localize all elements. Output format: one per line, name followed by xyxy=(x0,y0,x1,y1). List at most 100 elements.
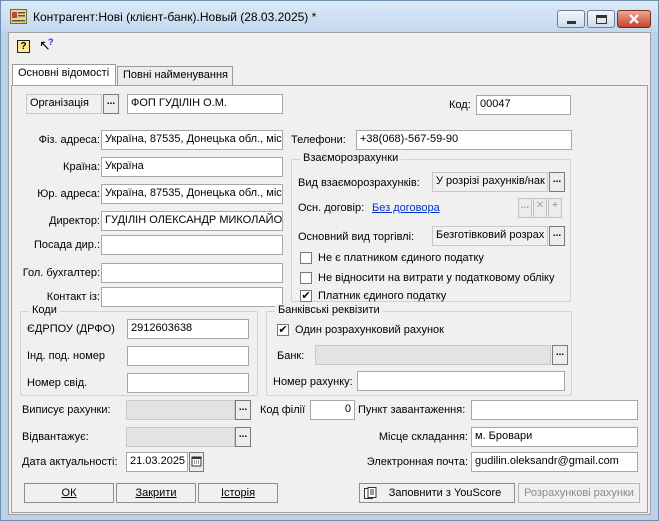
country-label: Країна: xyxy=(63,161,100,173)
branch-code-label: Код філії xyxy=(260,404,306,416)
settlement-accounts-button[interactable]: Розрахункові рахунки xyxy=(518,483,640,503)
compile-place-label: Місце складання: xyxy=(378,431,468,443)
director-field[interactable]: ГУДІЛІН ОЛЕКСАНДР МИКОЛАЙО xyxy=(101,211,283,231)
compile-place-field[interactable]: м. Бровари xyxy=(471,427,638,447)
trade-kind-label: Основний вид торгівлі: xyxy=(298,231,415,243)
bank-select-button[interactable]: ... xyxy=(552,345,568,365)
bank-field[interactable] xyxy=(315,345,551,365)
legal-addr-label: Юр. адреса: xyxy=(37,188,100,200)
position-field[interactable] xyxy=(101,235,283,255)
contract-add-button[interactable]: + xyxy=(548,198,562,218)
help-glyph: ? xyxy=(20,41,27,52)
phys-addr-label: Фіз. адреса: xyxy=(38,134,100,146)
close-button-label: Закрити xyxy=(135,487,177,499)
tab-main[interactable]: Основні відомості xyxy=(12,64,116,86)
maximize-button[interactable] xyxy=(587,10,615,28)
title-bar[interactable]: Контрагент:Нові (клієнт-банк).Новый (28.… xyxy=(1,1,658,32)
name-field[interactable]: ФОП ГУДІЛІН О.М. xyxy=(127,94,283,114)
issues-invoices-select-button[interactable]: ... xyxy=(235,400,251,420)
tab-full-names-label: Повні найменування xyxy=(123,69,228,81)
cert-number-label: Номер свід. xyxy=(27,377,88,389)
history-button-label: Історія xyxy=(220,487,256,499)
settlement-kind-field[interactable]: У розрізі рахунків/нак xyxy=(432,172,548,192)
code-field[interactable]: 00047 xyxy=(476,95,571,115)
issues-invoices-label: Виписує рахунки: xyxy=(22,404,111,416)
code-label: Код: xyxy=(449,99,471,111)
youscore-button-label: Заповнити з YouScore xyxy=(388,487,502,499)
ind-tax-label: Інд. под. номер xyxy=(27,350,106,362)
dialog-body: ? ↖ ? Основні відомості Повні найменуван… xyxy=(8,32,651,515)
single-account-label: Один розрахунковий рахунок xyxy=(295,324,444,336)
phones-label: Телефони: xyxy=(291,134,346,146)
loading-point-label: Пункт завантаження: xyxy=(358,404,466,416)
account-number-field[interactable] xyxy=(357,371,565,391)
no-expense-label: Не відносити на витрати у податковому об… xyxy=(318,272,555,284)
settlement-kind-label: Вид взаєморозрахунків: xyxy=(298,177,420,189)
single-tax-checkbox[interactable]: ✔ xyxy=(300,290,312,302)
settlement-kind-select-button[interactable]: ... xyxy=(549,172,565,192)
close-button[interactable]: Закрити xyxy=(116,483,196,503)
contract-select-button[interactable]: ... xyxy=(518,198,532,218)
branch-code-field[interactable]: 0 xyxy=(310,400,355,420)
trade-kind-field[interactable]: Безготівковий розрах xyxy=(432,226,548,246)
settlements-title: Взаєморозрахунки xyxy=(300,152,402,164)
kind-field[interactable]: Організація xyxy=(26,94,102,114)
legal-addr-field[interactable]: Україна, 87535, Донецька обл., міс xyxy=(101,184,283,204)
accountant-field[interactable] xyxy=(101,263,283,283)
contact-label: Контакт із: xyxy=(46,291,100,303)
phones-field[interactable]: +38(068)-567-59-90 xyxy=(356,130,572,150)
director-label: Директор: xyxy=(49,215,100,227)
issues-invoices-field[interactable] xyxy=(126,400,235,420)
edrpou-field[interactable]: 2912603638 xyxy=(127,319,249,339)
codes-group: Коди ЄДРПОУ (ДРФО) 2912603638 Інд. под. … xyxy=(20,304,258,396)
minimize-button[interactable] xyxy=(557,10,585,28)
not-single-tax-checkbox[interactable] xyxy=(300,252,312,264)
close-icon xyxy=(629,14,639,24)
calendar-icon[interactable] xyxy=(189,452,204,472)
ships-label: Відвантажує: xyxy=(22,431,89,443)
ships-field[interactable] xyxy=(126,427,235,447)
contract-link[interactable]: Без договора xyxy=(372,202,440,214)
youscore-icon xyxy=(364,487,377,499)
help-icon[interactable]: ? xyxy=(17,40,30,53)
phys-addr-field[interactable]: Україна, 87535, Донецька обл., міс xyxy=(101,130,283,150)
country-field[interactable]: Україна xyxy=(101,157,283,177)
no-expense-checkbox[interactable] xyxy=(300,272,312,284)
single-account-checkbox[interactable]: ✔ xyxy=(277,324,289,336)
window-title: Контрагент:Нові (клієнт-банк).Новый (28.… xyxy=(33,10,317,24)
contract-clear-button[interactable]: ✕ xyxy=(533,198,547,218)
loading-point-field[interactable] xyxy=(471,400,638,420)
bank-title: Банківські реквізити xyxy=(275,304,383,316)
actual-date-field[interactable]: 21.03.2025 xyxy=(126,452,188,472)
email-field[interactable]: gudilin.oleksandr@gmail.com xyxy=(471,452,638,472)
youscore-button[interactable]: Заповнити з YouScore xyxy=(359,483,515,503)
tab-strip: Основні відомості Повні найменування xyxy=(12,64,238,86)
tab-main-label: Основні відомості xyxy=(18,67,110,79)
minimize-icon xyxy=(567,21,576,24)
bank-group: Банківські реквізити ✔ Один розрахункови… xyxy=(266,304,572,396)
ships-select-button[interactable]: ... xyxy=(235,427,251,447)
settlements-group: Взаєморозрахунки Вид взаєморозрахунків: … xyxy=(291,152,571,302)
codes-title: Коди xyxy=(29,304,60,316)
ok-button-label: ОК xyxy=(61,487,77,499)
whats-this-qmark: ? xyxy=(48,37,54,47)
contact-field[interactable] xyxy=(101,287,283,307)
kind-select-button[interactable]: ... xyxy=(103,94,119,114)
actual-date-label: Дата актуальності: xyxy=(22,456,118,468)
close-window-button[interactable] xyxy=(617,10,651,28)
tab-panel: Організація ... ФОП ГУДІЛІН О.М. Код: 00… xyxy=(11,85,648,513)
trade-kind-select-button[interactable]: ... xyxy=(549,226,565,246)
cert-number-field[interactable] xyxy=(127,373,249,393)
tab-full-names[interactable]: Повні найменування xyxy=(117,66,233,86)
contractor-card-icon xyxy=(10,9,27,24)
maximize-icon xyxy=(596,15,607,24)
accountant-label: Гол. бухгалтер: xyxy=(22,267,100,279)
history-button[interactable]: Історія xyxy=(198,483,278,503)
single-tax-label: Платник єдиного податку xyxy=(318,290,447,302)
settlement-accounts-button-label: Розрахункові рахунки xyxy=(524,487,634,499)
edrpou-label: ЄДРПОУ (ДРФО) xyxy=(27,323,115,335)
ok-button[interactable]: ОК xyxy=(24,483,114,503)
account-number-label: Номер рахунку: xyxy=(273,376,353,388)
window: Контрагент:Нові (клієнт-банк).Новый (28.… xyxy=(0,0,659,521)
ind-tax-field[interactable] xyxy=(127,346,249,366)
